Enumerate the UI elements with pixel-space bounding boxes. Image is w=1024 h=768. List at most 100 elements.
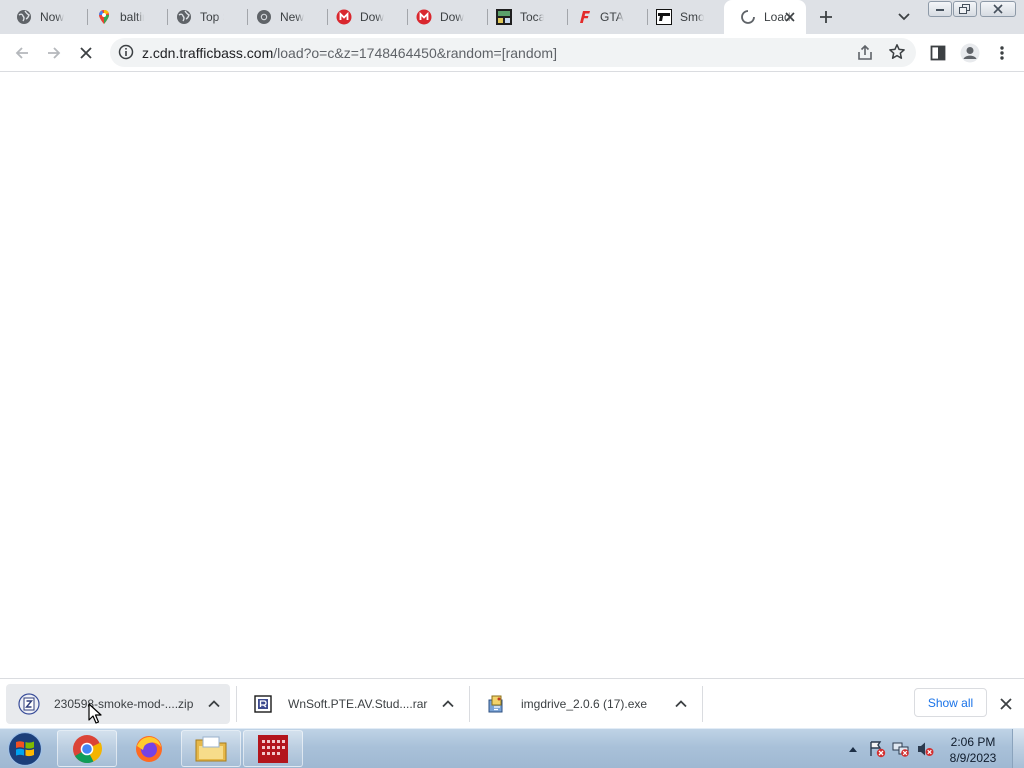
arrow-right-icon xyxy=(48,47,61,59)
stop-loading-button[interactable] xyxy=(74,41,98,65)
chrome-icon xyxy=(256,9,272,25)
chrome-icon xyxy=(73,734,103,763)
download-separator xyxy=(236,686,237,722)
tab-title: Download xyxy=(440,10,464,24)
windows-taskbar: 2:06 PM 8/9/2023 xyxy=(0,728,1024,768)
address-bar[interactable]: z.cdn.trafficbass.com/load?o=c&z=1748464… xyxy=(110,38,916,67)
network-icon[interactable] xyxy=(890,739,912,759)
close-download-shelf-button[interactable] xyxy=(996,694,1016,714)
browser-toolbar: z.cdn.trafficbass.com/load?o=c&z=1748464… xyxy=(0,34,1024,72)
download-item-zip[interactable]: 230598-smoke-mod-....zip xyxy=(6,684,230,724)
gta-f-icon xyxy=(576,9,592,25)
restore-icon xyxy=(959,4,970,14)
gun-icon xyxy=(656,9,672,25)
tab-search-button[interactable] xyxy=(894,7,914,27)
download-separator xyxy=(469,686,470,722)
tab-download-1[interactable]: Download xyxy=(320,0,408,34)
site-info-icon[interactable] xyxy=(118,44,134,60)
chevron-up-icon[interactable] xyxy=(673,696,689,712)
start-button[interactable] xyxy=(5,731,45,767)
system-tray xyxy=(842,737,938,761)
side-panel-button[interactable] xyxy=(926,41,950,65)
share-icon[interactable] xyxy=(856,44,874,62)
taskbar-chrome[interactable] xyxy=(57,730,117,767)
download-shelf: 230598-smoke-mod-....zip WnSoft.PTE.AV.S… xyxy=(0,678,1024,728)
tab-title: Smoke xyxy=(680,10,704,24)
tab-new-tab[interactable]: New Tab xyxy=(240,0,328,34)
firefox-icon xyxy=(136,735,162,762)
plus-icon xyxy=(820,11,832,23)
tray-overflow-button[interactable] xyxy=(842,739,864,759)
tab-now-downloading[interactable]: Now downloading xyxy=(0,0,88,34)
page-content xyxy=(0,72,1024,678)
side-panel-icon xyxy=(930,45,946,61)
tab-loading-active[interactable]: Loading xyxy=(724,0,806,34)
volume-muted-icon[interactable] xyxy=(914,739,936,759)
avatar-icon xyxy=(960,43,980,63)
tab-toca-life[interactable]: Toca Life xyxy=(480,0,568,34)
tab-gta-6[interactable]: GTA 6 Free xyxy=(560,0,648,34)
tab-strip: Now downloading baltimore Top Searches N… xyxy=(0,0,1024,34)
tab-title: New Tab xyxy=(280,10,304,24)
bookmark-star-icon[interactable] xyxy=(888,43,906,61)
download-separator xyxy=(702,686,703,722)
url-path: /load?o=c&z=1748464450&random=[random] xyxy=(273,45,557,61)
toca-icon xyxy=(496,9,512,25)
stop-x-icon xyxy=(80,47,92,59)
url-host: z.cdn.trafficbass.com xyxy=(142,45,274,61)
new-tab-button[interactable] xyxy=(815,6,837,28)
taskbar-file-explorer[interactable] xyxy=(181,730,241,767)
mega-icon xyxy=(336,9,352,25)
download-filename: imgdrive_2.0.6 (17).exe xyxy=(521,697,648,711)
clock-time: 2:06 PM xyxy=(950,735,996,749)
window-close-button[interactable] xyxy=(980,1,1016,17)
more-vertical-icon xyxy=(1000,46,1004,60)
zip-archive-icon xyxy=(18,693,40,715)
profile-button[interactable] xyxy=(958,41,982,65)
windows-start-orb-icon xyxy=(7,731,43,767)
tab-title: Top Searches xyxy=(200,10,224,24)
tab-smoke[interactable]: Smoke xyxy=(640,0,728,34)
clock-date: 8/9/2023 xyxy=(949,751,997,765)
app-grid-icon xyxy=(258,734,288,763)
mouse-cursor-icon xyxy=(88,703,102,724)
tab-download-2[interactable]: Download xyxy=(400,0,488,34)
globe-icon xyxy=(16,9,32,25)
taskbar-app[interactable] xyxy=(243,730,303,767)
tab-baltimore[interactable]: baltimore xyxy=(80,0,168,34)
download-filename: WnSoft.PTE.AV.Stud....rar xyxy=(288,697,428,711)
tab-title: Now downloading xyxy=(40,10,64,24)
restore-button[interactable] xyxy=(953,1,977,17)
chevron-up-icon[interactable] xyxy=(206,696,222,712)
action-center-icon[interactable] xyxy=(866,739,888,759)
system-clock[interactable]: 2:06 PM 8/9/2023 xyxy=(940,734,1006,766)
arrow-left-icon xyxy=(15,47,28,59)
tab-close-button[interactable] xyxy=(782,9,798,25)
forward-button[interactable] xyxy=(42,41,66,65)
tab-title: Download xyxy=(360,10,384,24)
chevron-up-icon[interactable] xyxy=(440,696,456,712)
globe-icon xyxy=(176,9,192,25)
minimize-button[interactable] xyxy=(928,1,952,17)
close-icon xyxy=(785,12,795,22)
mega-icon xyxy=(416,9,432,25)
close-icon xyxy=(993,4,1003,14)
installer-icon xyxy=(485,693,507,715)
download-item-rar[interactable]: WnSoft.PTE.AV.Stud....rar xyxy=(240,684,464,724)
url-text: z.cdn.trafficbass.com/load?o=c&z=1748464… xyxy=(142,45,557,61)
close-icon xyxy=(1000,698,1012,710)
show-all-downloads-button[interactable]: Show all xyxy=(914,688,987,717)
maps-pin-icon xyxy=(96,9,112,25)
tab-title: GTA 6 Free xyxy=(600,10,624,24)
screen: Now downloading baltimore Top Searches N… xyxy=(0,0,1024,768)
taskbar-firefox[interactable] xyxy=(123,730,175,767)
triangle-up-icon xyxy=(849,747,857,752)
chevron-down-icon xyxy=(898,13,910,21)
tab-title: Toca Life xyxy=(520,10,544,24)
tab-top-searches[interactable]: Top Searches xyxy=(160,0,248,34)
download-filename: 230598-smoke-mod-....zip xyxy=(54,697,194,711)
back-button[interactable] xyxy=(10,41,34,65)
chrome-menu-button[interactable] xyxy=(990,41,1014,65)
download-item-exe[interactable]: imgdrive_2.0.6 (17).exe xyxy=(473,684,697,724)
show-desktop-button[interactable] xyxy=(1012,729,1024,768)
